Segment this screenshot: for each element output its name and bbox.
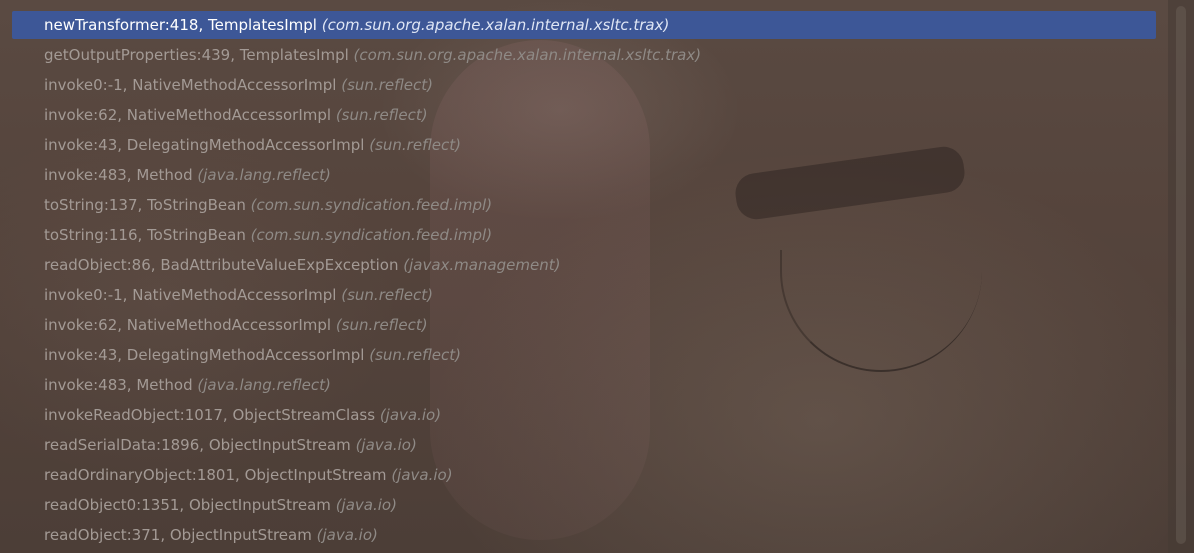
- frame-method: toString:116: [44, 226, 138, 244]
- frame-class: BadAttributeValueExpException: [160, 256, 399, 274]
- frame-class: ObjectInputStream: [169, 526, 312, 544]
- frame-package: (sun.reflect): [369, 346, 461, 364]
- frame-method: invoke0:-1: [44, 286, 123, 304]
- frame-class: ObjectInputStream: [208, 436, 351, 454]
- frame-separator: ,: [179, 496, 189, 514]
- frame-separator: ,: [230, 46, 240, 64]
- stack-frame-row[interactable]: invoke:62, NativeMethodAccessorImpl (sun…: [0, 100, 1168, 130]
- frame-separator: ,: [117, 346, 127, 364]
- frame-class: ToStringBean: [147, 226, 246, 244]
- frame-package: (java.io): [355, 436, 417, 454]
- frame-class: TemplatesImpl: [207, 16, 317, 34]
- frame-package: (sun.reflect): [341, 76, 433, 94]
- frame-package: (java.lang.reflect): [197, 166, 331, 184]
- stack-frame-row[interactable]: toString:116, ToStringBean (com.sun.synd…: [0, 220, 1168, 250]
- frame-method: invokeReadObject:1017: [44, 406, 223, 424]
- frame-class: ObjectInputStream: [244, 466, 387, 484]
- stack-frame-row[interactable]: invoke:483, Method (java.lang.reflect): [0, 370, 1168, 400]
- frame-package: (com.sun.syndication.feed.impl): [250, 226, 493, 244]
- frame-class: NativeMethodAccessorImpl: [132, 76, 337, 94]
- frame-method: invoke:43: [44, 346, 118, 364]
- frame-package: (java.lang.reflect): [197, 376, 331, 394]
- stack-frame-row[interactable]: invoke0:-1, NativeMethodAccessorImpl (su…: [0, 70, 1168, 100]
- stack-frame-row[interactable]: invoke:483, Method (java.lang.reflect): [0, 160, 1168, 190]
- frame-method: invoke:483: [44, 376, 127, 394]
- stack-frame-row[interactable]: invokeReadObject:1017, ObjectStreamClass…: [0, 400, 1168, 430]
- stack-frame-row[interactable]: toString:137, ToStringBean (com.sun.synd…: [0, 190, 1168, 220]
- stack-frame-list[interactable]: newTransformer:418, TemplatesImpl (com.s…: [0, 10, 1168, 550]
- frame-separator: ,: [117, 106, 127, 124]
- stack-frame-row[interactable]: readObject0:1351, ObjectInputStream (jav…: [0, 490, 1168, 520]
- frame-package: (java.io): [391, 466, 453, 484]
- frame-separator: ,: [235, 466, 245, 484]
- frame-package: (java.io): [379, 406, 442, 424]
- frame-package: (sun.reflect): [369, 136, 461, 154]
- frame-method: readObject:371: [44, 526, 161, 544]
- frame-method: toString:137: [44, 196, 138, 214]
- frame-separator: ,: [122, 286, 133, 304]
- stack-frame-row[interactable]: readOrdinaryObject:1801, ObjectInputStre…: [0, 460, 1168, 490]
- stack-frame-row[interactable]: invoke:43, DelegatingMethodAccessorImpl …: [0, 340, 1168, 370]
- frame-package: (sun.reflect): [335, 106, 428, 124]
- frame-separator: ,: [117, 136, 127, 154]
- frame-separator: ,: [122, 76, 133, 94]
- stack-frame-row[interactable]: invoke:43, DelegatingMethodAccessorImpl …: [0, 130, 1168, 160]
- frame-class: Method: [136, 376, 193, 394]
- frame-method: newTransformer:418: [44, 16, 199, 34]
- frame-class: ObjectStreamClass: [232, 406, 376, 424]
- frame-package: (sun.reflect): [335, 316, 428, 334]
- stack-frame-row[interactable]: readSerialData:1896, ObjectInputStream (…: [0, 430, 1168, 460]
- frame-class: NativeMethodAccessorImpl: [132, 286, 337, 304]
- stack-frame-row[interactable]: newTransformer:418, TemplatesImpl (com.s…: [0, 10, 1168, 40]
- frame-class: NativeMethodAccessorImpl: [126, 316, 332, 334]
- frame-method: invoke:62: [44, 106, 118, 124]
- stack-frame-row[interactable]: invoke:62, NativeMethodAccessorImpl (sun…: [0, 310, 1168, 340]
- frame-class: TemplatesImpl: [239, 46, 349, 64]
- frame-package: (java.io): [316, 526, 378, 544]
- frame-package: (java.io): [335, 496, 397, 514]
- stack-frame-row[interactable]: readObject:371, ObjectInputStream (java.…: [0, 520, 1168, 550]
- frame-separator: ,: [150, 256, 161, 274]
- frame-class: DelegatingMethodAccessorImpl: [126, 136, 365, 154]
- frame-method: invoke:62: [44, 316, 118, 334]
- frame-method: invoke0:-1: [44, 76, 123, 94]
- frame-separator: ,: [126, 166, 137, 184]
- frame-class: NativeMethodAccessorImpl: [126, 106, 332, 124]
- frame-package: (javax.management): [403, 256, 561, 274]
- frames-panel: newTransformer:418, TemplatesImpl (com.s…: [0, 0, 1168, 553]
- frame-separator: ,: [137, 226, 148, 244]
- frame-package: (sun.reflect): [341, 286, 433, 304]
- frame-separator: ,: [137, 196, 148, 214]
- frame-separator: ,: [199, 436, 209, 454]
- frame-separator: ,: [117, 316, 127, 334]
- frame-separator: ,: [126, 376, 137, 394]
- frame-method: invoke:43: [44, 136, 118, 154]
- frame-separator: ,: [160, 526, 170, 544]
- frame-package: (com.sun.org.apache.xalan.internal.xsltc…: [353, 46, 702, 64]
- frame-method: getOutputProperties:439: [44, 46, 231, 64]
- frame-class: ToStringBean: [147, 196, 246, 214]
- vertical-scrollbar[interactable]: [1168, 0, 1194, 553]
- frame-method: invoke:483: [44, 166, 127, 184]
- frame-separator: ,: [198, 16, 208, 34]
- frame-separator: ,: [222, 406, 233, 424]
- frame-package: (com.sun.syndication.feed.impl): [250, 196, 493, 214]
- stack-frame-row[interactable]: readObject:86, BadAttributeValueExpExcep…: [0, 250, 1168, 280]
- frame-class: Method: [136, 166, 193, 184]
- frame-method: readObject:86: [44, 256, 151, 274]
- stack-frame-row[interactable]: getOutputProperties:439, TemplatesImpl (…: [0, 40, 1168, 70]
- frame-method: readObject0:1351: [44, 496, 180, 514]
- frame-class: ObjectInputStream: [188, 496, 331, 514]
- scrollbar-thumb[interactable]: [1176, 6, 1186, 544]
- frame-method: readOrdinaryObject:1801: [44, 466, 236, 484]
- stack-frame-row[interactable]: invoke0:-1, NativeMethodAccessorImpl (su…: [0, 280, 1168, 310]
- frame-class: DelegatingMethodAccessorImpl: [126, 346, 365, 364]
- frame-package: (com.sun.org.apache.xalan.internal.xsltc…: [321, 16, 670, 34]
- frame-method: readSerialData:1896: [44, 436, 200, 454]
